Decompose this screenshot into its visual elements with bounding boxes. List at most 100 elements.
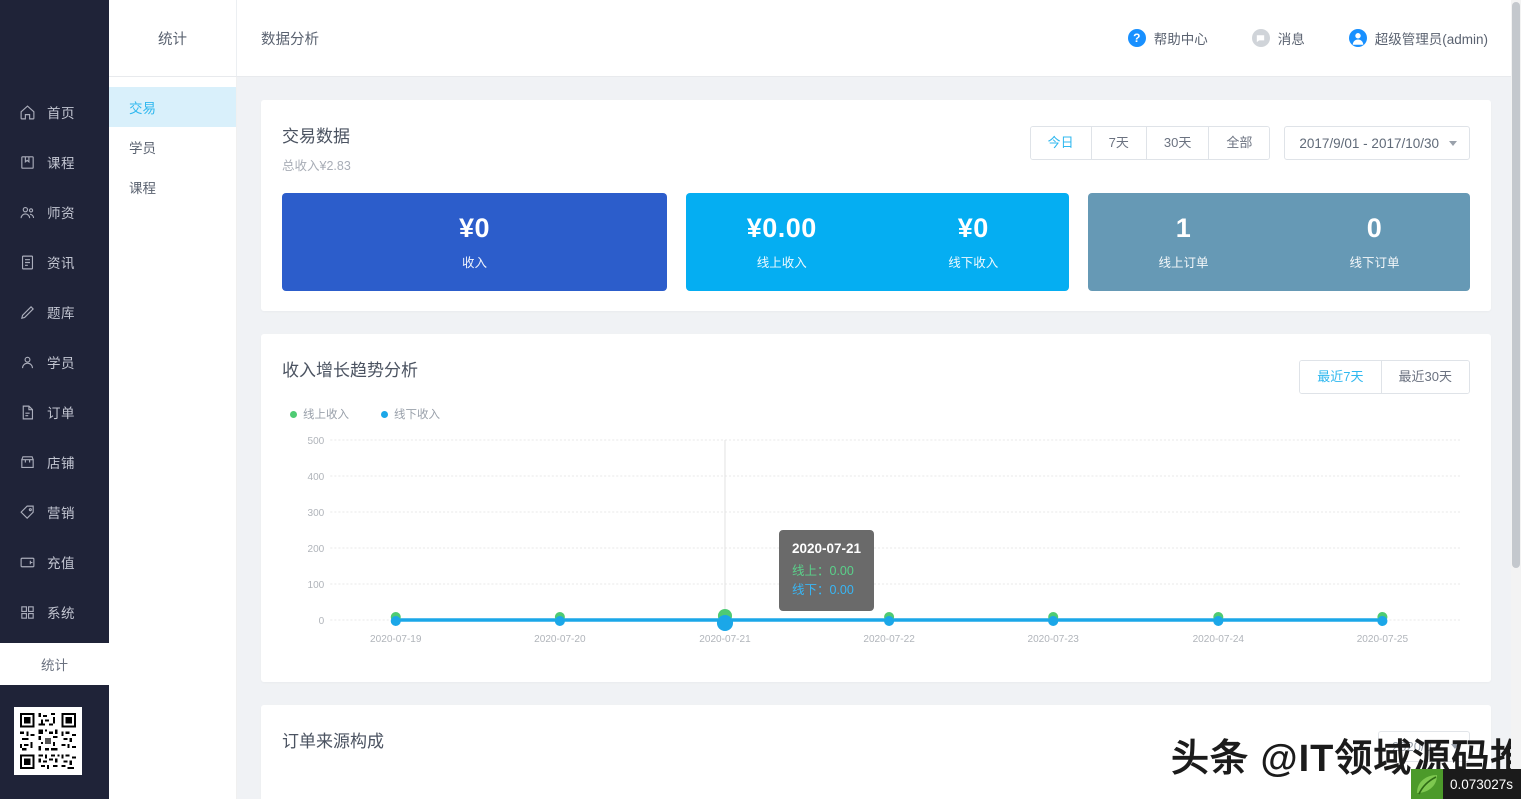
transaction-data-card: 交易数据 总收入¥2.83 今日 7天 30天 全部 2017/9/01 - 2… [261,100,1491,311]
stat-value: 0 [1366,213,1383,244]
grid-icon [19,604,36,621]
page-scrollbar-thumb[interactable] [1512,2,1520,568]
svg-text:2020-07-20: 2020-07-20 [534,634,586,645]
legend-item-online[interactable]: 线上收入 [290,406,349,422]
help-center-label: 帮助中心 [1153,32,1208,47]
help-center-button[interactable]: ? 帮助中心 [1127,28,1208,48]
sidebar-item-course[interactable]: 课程 [0,137,109,187]
legend-item-offline[interactable]: 线下收入 [381,406,440,422]
stat-label: 线上收入 [756,255,807,270]
stat-card-online-offline-income[interactable]: ¥0.00 线上收入 ¥0 线下收入 [686,193,1069,291]
sidebar-item-label: 资讯 [47,256,75,271]
sidebar-item-label: 订单 [47,406,75,421]
chart-svg: 500 400 300 200 100 0 2020-07-19 2020-07… [308,436,1462,645]
sidebar-item-marketing[interactable]: 营销 [0,487,109,537]
sidebar-item-orders[interactable]: 订单 [0,387,109,437]
range-button-all[interactable]: 全部 [1209,127,1270,159]
sidebar-item-statistics-active[interactable]: 统计 [0,643,109,685]
sidebar-item-label: 课程 [47,156,75,171]
sidebar-item-label: 店铺 [47,456,75,471]
trend-range-30days[interactable]: 最近30天 [1381,361,1469,393]
page-title: 交易数据 [282,127,350,146]
sidebar-item-shop[interactable]: 店铺 [0,437,109,487]
order-source-card: 订单来源构成 2020/07 [261,705,1491,799]
user-menu-button[interactable]: 超级管理员(admin) [1348,28,1488,48]
sidebar-item-home[interactable]: 首页 [0,87,109,137]
topbar-app-name[interactable]: 统计 [109,0,237,76]
app-root: 首页 课程 师资 资讯 题库 学员 订单 店铺 营销 充值 系统 统计 统计 数… [0,0,1521,799]
legend-dot-icon [381,410,388,418]
income-trend-card: 收入增长趋势分析 最近7天 最近30天 线上收入 线下收入 500 400 30… [261,334,1491,682]
stat-card-income[interactable]: ¥0 收入 [282,193,667,291]
transaction-card-header: 交易数据 总收入¥2.83 今日 7天 30天 全部 2017/9/01 - 2… [282,122,1470,174]
trend-range-buttons: 最近7天 最近30天 [1299,360,1470,394]
stat-value: 1 [1175,213,1192,244]
order-source-donut-wrap [282,780,582,799]
legend-label: 线上收入 [303,409,349,421]
legend-label: 线下收入 [394,409,440,421]
transaction-stat-cards: ¥0 收入 ¥0.00 线上收入 ¥0 线下收入 1 线上订单 0 线下订单 [282,193,1470,291]
sidebar-nav: 首页 课程 师资 资讯 题库 学员 订单 店铺 营销 充值 系统 [0,77,109,637]
sidebar-item-label: 题库 [47,306,75,321]
sidebar-item-news[interactable]: 资讯 [0,237,109,287]
sidebar-item-teachers[interactable]: 师资 [0,187,109,237]
total-income-text: 总收入¥2.83 [282,159,351,173]
income-trend-chart[interactable]: 500 400 300 200 100 0 2020-07-19 2020-07… [282,430,1470,668]
transaction-title-block: 交易数据 总收入¥2.83 [282,122,351,174]
svg-text:400: 400 [308,472,325,483]
svg-text:2020-07-19: 2020-07-19 [370,634,422,645]
home-icon [19,104,36,121]
sidebar-item-label: 系统 [47,606,75,621]
stat-cell-online-income: ¥0.00 线上收入 [686,213,878,270]
topbar-actions: ? 帮助中心 消息 超级管理员(admin) [1127,0,1521,76]
content-area: 交易数据 总收入¥2.83 今日 7天 30天 全部 2017/9/01 - 2… [237,77,1521,799]
topbar-section-label: 数据分析 [261,31,319,48]
messages-button[interactable]: 消息 [1251,28,1305,48]
chart-legend: 线上收入 线下收入 [282,406,1470,422]
order-icon [19,404,36,421]
sidebar-item-recharge[interactable]: 充值 [0,537,109,587]
order-source-donut-chart[interactable] [327,780,537,799]
leaf-badge-icon [1410,769,1443,799]
stat-label: 收入 [461,255,487,270]
stat-value: ¥0.00 [746,213,817,244]
topbar-section[interactable]: 数据分析 [237,0,343,76]
sidebar-item-system[interactable]: 系统 [0,587,109,637]
order-source-body: 来源端口 付款订单 较前一月 付款金额 较前一月 [282,780,1470,799]
performance-badge[interactable]: 0.073027s [1410,769,1521,799]
date-range-picker[interactable]: 2017/9/01 - 2017/10/30 [1284,126,1470,160]
user-icon [19,354,36,371]
order-source-header: 订单来源构成 2020/07 [282,727,1470,762]
stat-value: ¥0 [458,213,491,244]
submenu-item-courses[interactable]: 课程 [109,167,236,207]
order-source-title: 订单来源构成 [282,732,384,751]
qr-code-icon [14,707,82,775]
submenu-item-label: 学员 [129,141,156,156]
stat-cell-online-orders: 1 线上订单 [1088,213,1279,270]
submenu-item-transaction[interactable]: 交易 [109,87,236,127]
submenu-item-label: 交易 [129,101,156,116]
transaction-header-controls: 今日 7天 30天 全部 2017/9/01 - 2017/10/30 [1029,122,1470,160]
sidebar-item-question-bank[interactable]: 题库 [0,287,109,337]
svg-text:2020-07-24: 2020-07-24 [1193,634,1245,645]
trend-range-7days[interactable]: 最近7天 [1300,361,1382,393]
sidebar-logo-area [0,0,109,77]
main-sidebar: 首页 课程 师资 资讯 题库 学员 订单 店铺 营销 充值 系统 统计 [0,0,109,799]
range-button-today[interactable]: 今日 [1030,127,1092,159]
trend-card-header: 收入增长趋势分析 最近7天 最近30天 [282,356,1470,394]
range-button-7days[interactable]: 7天 [1091,127,1147,159]
sidebar-item-students[interactable]: 学员 [0,337,109,387]
chevron-down-icon [1449,140,1457,146]
month-selector[interactable]: 2020/07 [1378,731,1470,762]
svg-text:200: 200 [308,544,325,555]
svg-text:2020-07-23: 2020-07-23 [1027,634,1079,645]
range-button-30days[interactable]: 30天 [1146,127,1210,159]
sidebar-item-label: 营销 [47,506,75,521]
message-icon [1251,29,1270,47]
shop-icon [19,454,36,471]
svg-text:2020-07-25: 2020-07-25 [1357,634,1409,645]
messages-label: 消息 [1277,32,1305,47]
svg-text:100: 100 [308,580,325,591]
submenu-item-students[interactable]: 学员 [109,127,236,167]
stat-card-orders[interactable]: 1 线上订单 0 线下订单 [1088,193,1470,291]
